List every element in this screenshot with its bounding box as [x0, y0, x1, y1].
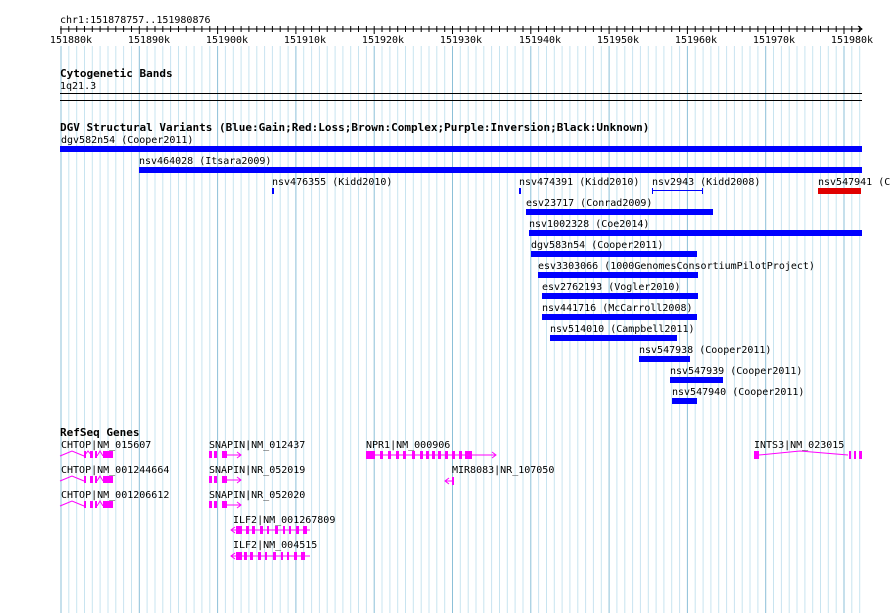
variant-label: nsv547940 (Cooper2011)	[672, 387, 805, 398]
gene-label: CHTOP|NM_001206612	[61, 490, 170, 501]
cytoband-track-title: Cytogenetic Bands	[60, 67, 173, 80]
variant-label: dgv582n54 (Cooper2011)	[61, 135, 194, 146]
ruler-tick-label: 151930k	[439, 35, 483, 46]
variant-bar[interactable]	[550, 335, 677, 341]
gene-label: CHTOP|NM_001244664	[61, 465, 170, 476]
ruler-tick-label: 151940k	[518, 35, 562, 46]
variant-label: nsv547938 (Cooper2011)	[639, 345, 772, 356]
gene-label: ILF2|NM_004515	[233, 540, 318, 551]
ruler-tick-label: 151880k	[49, 35, 93, 46]
gene-label: MIR8083|NR_107050	[452, 465, 555, 476]
gene-label: SNAPIN|NR_052020	[209, 490, 306, 501]
cytoband-divider-bottom	[60, 100, 862, 101]
variant-label: esv2762193 (Vogler2010)	[542, 282, 681, 293]
variant-label: esv23717 (Conrad2009)	[526, 198, 653, 209]
cytoband-divider-top	[60, 93, 862, 94]
cytoband-label: 1q21.3	[60, 81, 97, 92]
gene-label: INTS3|NM_023015	[754, 440, 845, 451]
variant-bar[interactable]	[538, 272, 698, 278]
variant-label: nsv547941 (C	[818, 177, 890, 188]
variant-label: nsv1002328 (Coe2014)	[529, 219, 650, 230]
ruler-tick-label: 151980k	[830, 35, 874, 46]
variant-bar[interactable]	[531, 251, 697, 257]
variant-bar[interactable]	[526, 209, 713, 215]
variant-bar[interactable]	[639, 356, 690, 362]
variant-label: esv3303066 (1000GenomesConsortiumPilotPr…	[538, 261, 815, 272]
refseq-track-title: RefSeq Genes	[60, 426, 140, 439]
ruler-tick-label: 151900k	[205, 35, 249, 46]
ruler-tick-label: 151890k	[127, 35, 171, 46]
grid-lines	[60, 25, 863, 613]
gene-label: SNAPIN|NM_012437	[209, 440, 306, 451]
inversion-span-marker[interactable]	[652, 188, 703, 194]
gene-label: SNAPIN|NR_052019	[209, 465, 306, 476]
variant-bar[interactable]	[542, 314, 697, 320]
variant-bar[interactable]	[519, 188, 521, 194]
variant-label: dgv583n54 (Cooper2011)	[531, 240, 664, 251]
variant-label: nsv476355 (Kidd2010)	[272, 177, 393, 188]
variant-bar[interactable]	[542, 293, 698, 299]
loss-variant-bar[interactable]	[818, 188, 861, 194]
ruler-range-label: chr1:151878757..151980876	[60, 15, 211, 26]
dgv-track-title: DGV Structural Variants (Blue:Gain;Red:L…	[60, 121, 650, 134]
variant-label: nsv547939 (Cooper2011)	[670, 366, 803, 377]
variant-bar[interactable]	[672, 398, 697, 404]
variant-label: nsv464028 (Itsara2009)	[139, 156, 272, 167]
gene-label: CHTOP|NM_015607	[61, 440, 152, 451]
variant-label: nsv441716 (McCarroll2008)	[542, 303, 693, 314]
variant-bar[interactable]	[139, 167, 862, 173]
variant-bar[interactable]	[60, 146, 862, 152]
variant-label: nsv514010 (Campbell2011)	[550, 324, 695, 335]
genome-browser-view: chr1:151878757..151980876 151880k 151890…	[0, 0, 890, 613]
gene-label: NPR1|NM_000906	[366, 440, 451, 451]
variant-label: nsv474391 (Kidd2010)	[519, 177, 640, 188]
ruler-tick-label: 151910k	[283, 35, 327, 46]
gene-label: ILF2|NM_001267809	[233, 515, 336, 526]
ruler-tick-label: 151920k	[361, 35, 405, 46]
variant-bar[interactable]	[670, 377, 723, 383]
variant-label: nsv2943 (Kidd2008)	[652, 177, 761, 188]
ruler-tick-label: 151970k	[752, 35, 796, 46]
variant-bar[interactable]	[529, 230, 862, 236]
ruler-tick-label: 151960k	[674, 35, 718, 46]
variant-bar[interactable]	[272, 188, 274, 194]
ruler-tick-label: 151950k	[596, 35, 640, 46]
